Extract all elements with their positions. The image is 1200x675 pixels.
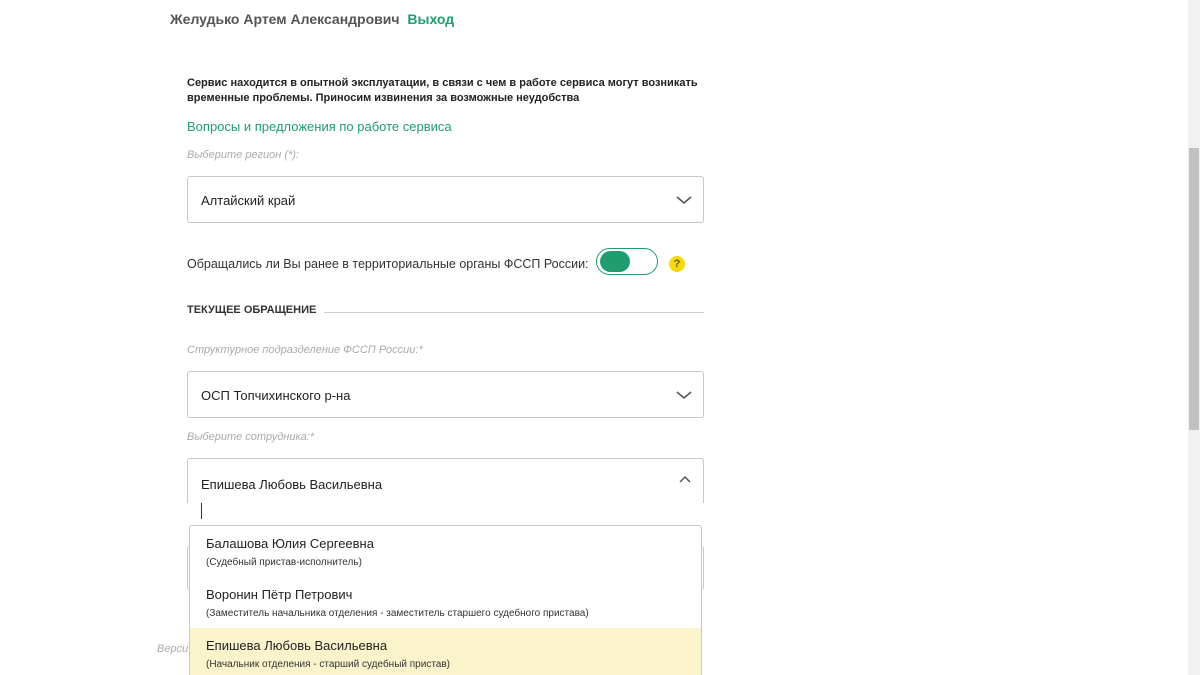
section-title: ТЕКУЩЕЕ ОБРАЩЕНИЕ [187,304,325,316]
employee-option-role: (Судебный пристав-исполнитель) [206,557,362,568]
region-select[interactable]: Алтайский край [187,176,704,223]
chevron-down-icon [676,196,692,205]
prior-contact-question: Обращались ли Вы ранее в территориальные… [187,257,589,271]
user-bar: Желудько Артем Александрович Выход [170,11,454,27]
section-current-appeal: ТЕКУЩЕЕ ОБРАЩЕНИЕ [187,304,704,320]
employee-option-name: Епишева Любовь Васильевна [206,638,388,653]
employee-option[interactable]: Балашова Юлия Сергеевна (Судебный приста… [190,526,701,577]
region-value: Алтайский край [201,193,296,208]
chevron-up-icon [679,475,691,483]
version-text: Верси [157,643,189,655]
employee-option-name: Балашова Юлия Сергеевна [206,536,374,551]
logout-link[interactable]: Выход [407,11,454,27]
notice-line-2: временные проблемы. Приносим извинения з… [187,92,580,104]
user-name: Желудько Артем Александрович [170,11,400,27]
employee-option[interactable]: Воронин Пётр Петрович (Заместитель начал… [190,577,701,628]
prior-contact-row: Обращались ли Вы ранее в территориальные… [187,248,707,276]
notice-line-1: Сервис находится в опытной эксплуатации,… [187,77,698,89]
employee-option-role: (Начальник отделения - старший судебный … [206,659,450,670]
employee-dropdown: Балашова Юлия Сергеевна (Судебный приста… [189,525,702,675]
chevron-down-icon [676,391,692,400]
toggle-knob [600,251,630,272]
employee-select[interactable]: Епишева Любовь Васильевна [187,458,704,503]
employee-option-selected[interactable]: Епишева Любовь Васильевна (Начальник отд… [190,628,701,675]
region-label: Выберите регион (*): [187,149,299,161]
feedback-link[interactable]: Вопросы и предложения по работе сервиса [187,119,452,134]
help-icon[interactable]: ? [669,256,685,272]
prior-contact-toggle[interactable] [596,248,658,275]
section-divider [313,312,704,313]
division-value: ОСП Топчихинского р-на [201,388,351,403]
service-notice: Сервис находится в опытной эксплуатации,… [187,76,707,106]
employee-option-name: Воронин Пётр Петрович [206,587,353,602]
scrollbar-thumb[interactable] [1189,148,1199,430]
employee-label: Выберите сотрудника:* [187,431,315,443]
page-scrollbar[interactable] [1188,0,1200,675]
division-label: Структурное подразделение ФССП России:* [187,344,423,356]
employee-value: Епишева Любовь Васильевна [201,477,383,492]
employee-option-role: (Заместитель начальника отделения - заме… [206,608,589,619]
employee-search-input[interactable] [187,503,704,523]
division-select[interactable]: ОСП Топчихинского р-на [187,371,704,418]
text-caret [201,503,202,519]
